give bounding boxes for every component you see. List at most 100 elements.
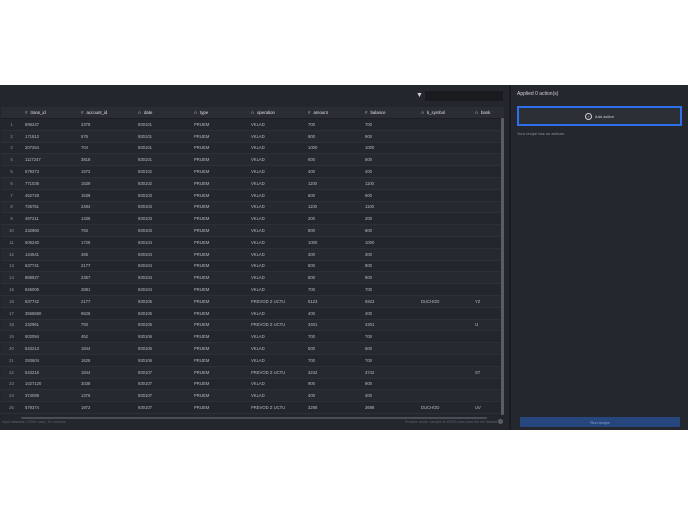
table-cell[interactable]: 930104 — [135, 260, 191, 273]
table-row[interactable]: 20 543213 1844 930106 PRIJEM VKLAD 500 500 — [1, 342, 504, 355]
table-cell[interactable]: 700 — [305, 330, 362, 344]
table-cell[interactable] — [418, 354, 472, 367]
table-cell[interactable]: 3038 — [78, 378, 135, 391]
table-cell[interactable]: 1000 — [305, 142, 362, 155]
table-cell[interactable]: 600 — [362, 153, 418, 167]
table-cell[interactable]: 930104 — [135, 236, 191, 249]
table-cell[interactable]: 200 — [305, 212, 362, 226]
table-cell[interactable]: 1117247 — [22, 153, 78, 167]
table-cell[interactable]: 3242 — [305, 366, 362, 379]
table-cell[interactable] — [418, 366, 472, 379]
table-cell[interactable]: 1100 — [362, 201, 418, 214]
table-row[interactable]: 5 579373 1972 930102 PRIJEM VKLAD 400 400 — [1, 165, 504, 178]
table-cell[interactable]: VKLAD — [248, 354, 305, 367]
table-cell[interactable]: 800 — [305, 271, 362, 285]
table-cell[interactable]: 800 — [362, 260, 418, 273]
table-cell[interactable]: 1726 — [78, 236, 135, 249]
table-cell[interactable]: 400 — [362, 307, 418, 320]
table-cell[interactable]: 930106 — [135, 354, 191, 367]
table-cell[interactable]: 930103 — [135, 224, 191, 237]
table-cell[interactable] — [472, 389, 504, 403]
table-cell[interactable]: DUCHOD — [418, 401, 472, 414]
table-row[interactable]: 25 579374 1972 930107 PRIJEM PREVOD Z UCTU 329… — [1, 401, 504, 414]
table-cell[interactable]: 452 — [78, 330, 135, 344]
table-cell[interactable]: 576 — [78, 130, 135, 143]
table-cell[interactable]: PRIJEM — [191, 189, 248, 202]
table-cell[interactable]: 930105 — [135, 319, 191, 332]
table-cell[interactable]: VKLAD — [248, 201, 305, 214]
table-cell[interactable]: 1000 — [362, 142, 418, 155]
table-cell[interactable]: 930102 — [135, 165, 191, 178]
table-cell[interactable]: 497211 — [22, 212, 78, 226]
column-header-account-id[interactable]: # account_id — [78, 107, 135, 119]
table-cell[interactable]: 579373 — [22, 165, 78, 178]
column-header-type[interactable]: Atype — [191, 107, 248, 119]
table-cell[interactable]: PRIJEM — [191, 212, 248, 226]
table-cell[interactable]: 400 — [305, 165, 362, 178]
table-cell[interactable]: 2177 — [78, 295, 135, 308]
table-cell[interactable]: 2484 — [78, 201, 135, 214]
table-cell[interactable]: 1972 — [78, 401, 135, 414]
table-cell[interactable] — [418, 177, 472, 190]
table-cell[interactable] — [472, 177, 504, 190]
table-cell[interactable]: VKLAD — [248, 236, 305, 249]
table-cell[interactable] — [472, 354, 504, 367]
table-cell[interactable]: 5923 — [362, 295, 418, 308]
table-row[interactable]: 11 505240 1726 930104 PRIJEM VKLAD 1000 1000 — [1, 236, 504, 249]
table-cell[interactable] — [472, 130, 504, 143]
table-cell[interactable]: 200 — [362, 212, 418, 226]
table-cell[interactable]: 1972 — [78, 165, 135, 178]
table-cell[interactable]: PRIJEM — [191, 260, 248, 273]
table-cell[interactable] — [418, 224, 472, 237]
table-row[interactable]: 16 637742 2177 930105 PRIJEM PREVOD Z UCTU 512… — [1, 295, 504, 308]
table-cell[interactable] — [472, 342, 504, 355]
table-row[interactable]: 18 232961 793 930105 PRIJEM PREVOD Z UCTU 3401… — [1, 319, 504, 332]
table-cell[interactable]: 3698 — [362, 401, 418, 414]
table-cell[interactable]: PRIJEM — [191, 354, 248, 367]
table-cell[interactable]: VKLAD — [248, 378, 305, 391]
table-cell[interactable] — [472, 142, 504, 155]
table-cell[interactable]: 1539 — [78, 189, 135, 202]
table-cell[interactable]: 930107 — [135, 366, 191, 379]
table-cell[interactable]: 900 — [362, 378, 418, 391]
table-cell[interactable] — [472, 307, 504, 320]
table-cell[interactable]: 930106 — [135, 330, 191, 344]
table-cell[interactable]: 400 — [305, 389, 362, 403]
vertical-scrollbar-thumb[interactable] — [501, 118, 504, 415]
table-cell[interactable]: 3818 — [78, 153, 135, 167]
table-cell[interactable]: VKLAD — [248, 142, 305, 155]
table-cell[interactable]: 1335 — [78, 212, 135, 226]
table-cell[interactable]: 869927 — [22, 271, 78, 285]
table-cell[interactable] — [418, 165, 472, 178]
table-cell[interactable]: 3298 — [305, 401, 362, 414]
table-row[interactable]: 10 232960 793 930103 PRIJEM VKLAD 800 800 — [1, 224, 504, 237]
table-cell[interactable]: PRIJEM — [191, 271, 248, 285]
table-cell[interactable] — [418, 319, 472, 332]
table-cell[interactable]: 2881 — [78, 283, 135, 296]
table-cell[interactable]: 930101 — [135, 118, 191, 131]
table-cell[interactable]: VKLAD — [248, 153, 305, 167]
table-cell[interactable]: 500 — [305, 342, 362, 355]
table-cell[interactable] — [472, 153, 504, 167]
table-cell[interactable]: 900 — [305, 130, 362, 143]
table-cell[interactable]: 930101 — [135, 130, 191, 143]
table-cell[interactable]: 579374 — [22, 401, 78, 414]
table-cell[interactable]: IJ — [472, 319, 504, 332]
table-cell[interactable] — [472, 201, 504, 214]
table-cell[interactable]: 600 — [305, 153, 362, 167]
table-cell[interactable] — [418, 307, 472, 320]
table-cell[interactable]: DUCHOD — [418, 295, 472, 308]
table-cell[interactable]: 700 — [305, 354, 362, 367]
table-cell[interactable]: PRIJEM — [191, 295, 248, 308]
table-cell[interactable]: 900 — [362, 130, 418, 143]
table-cell[interactable]: 543213 — [22, 342, 78, 355]
table-cell[interactable]: 793 — [78, 319, 135, 332]
table-cell[interactable] — [418, 260, 472, 273]
table-cell[interactable]: 695247 — [22, 118, 78, 131]
table-cell[interactable] — [418, 142, 472, 155]
table-row[interactable]: 14 869927 2357 930104 PRIJEM VKLAD 800 800 — [1, 271, 504, 285]
table-row[interactable]: 6 771035 1539 930102 PRIJEM VKLAD 1100 1100 — [1, 177, 504, 190]
table-cell[interactable] — [472, 212, 504, 226]
table-cell[interactable] — [418, 201, 472, 214]
table-cell[interactable]: 3742 — [362, 366, 418, 379]
